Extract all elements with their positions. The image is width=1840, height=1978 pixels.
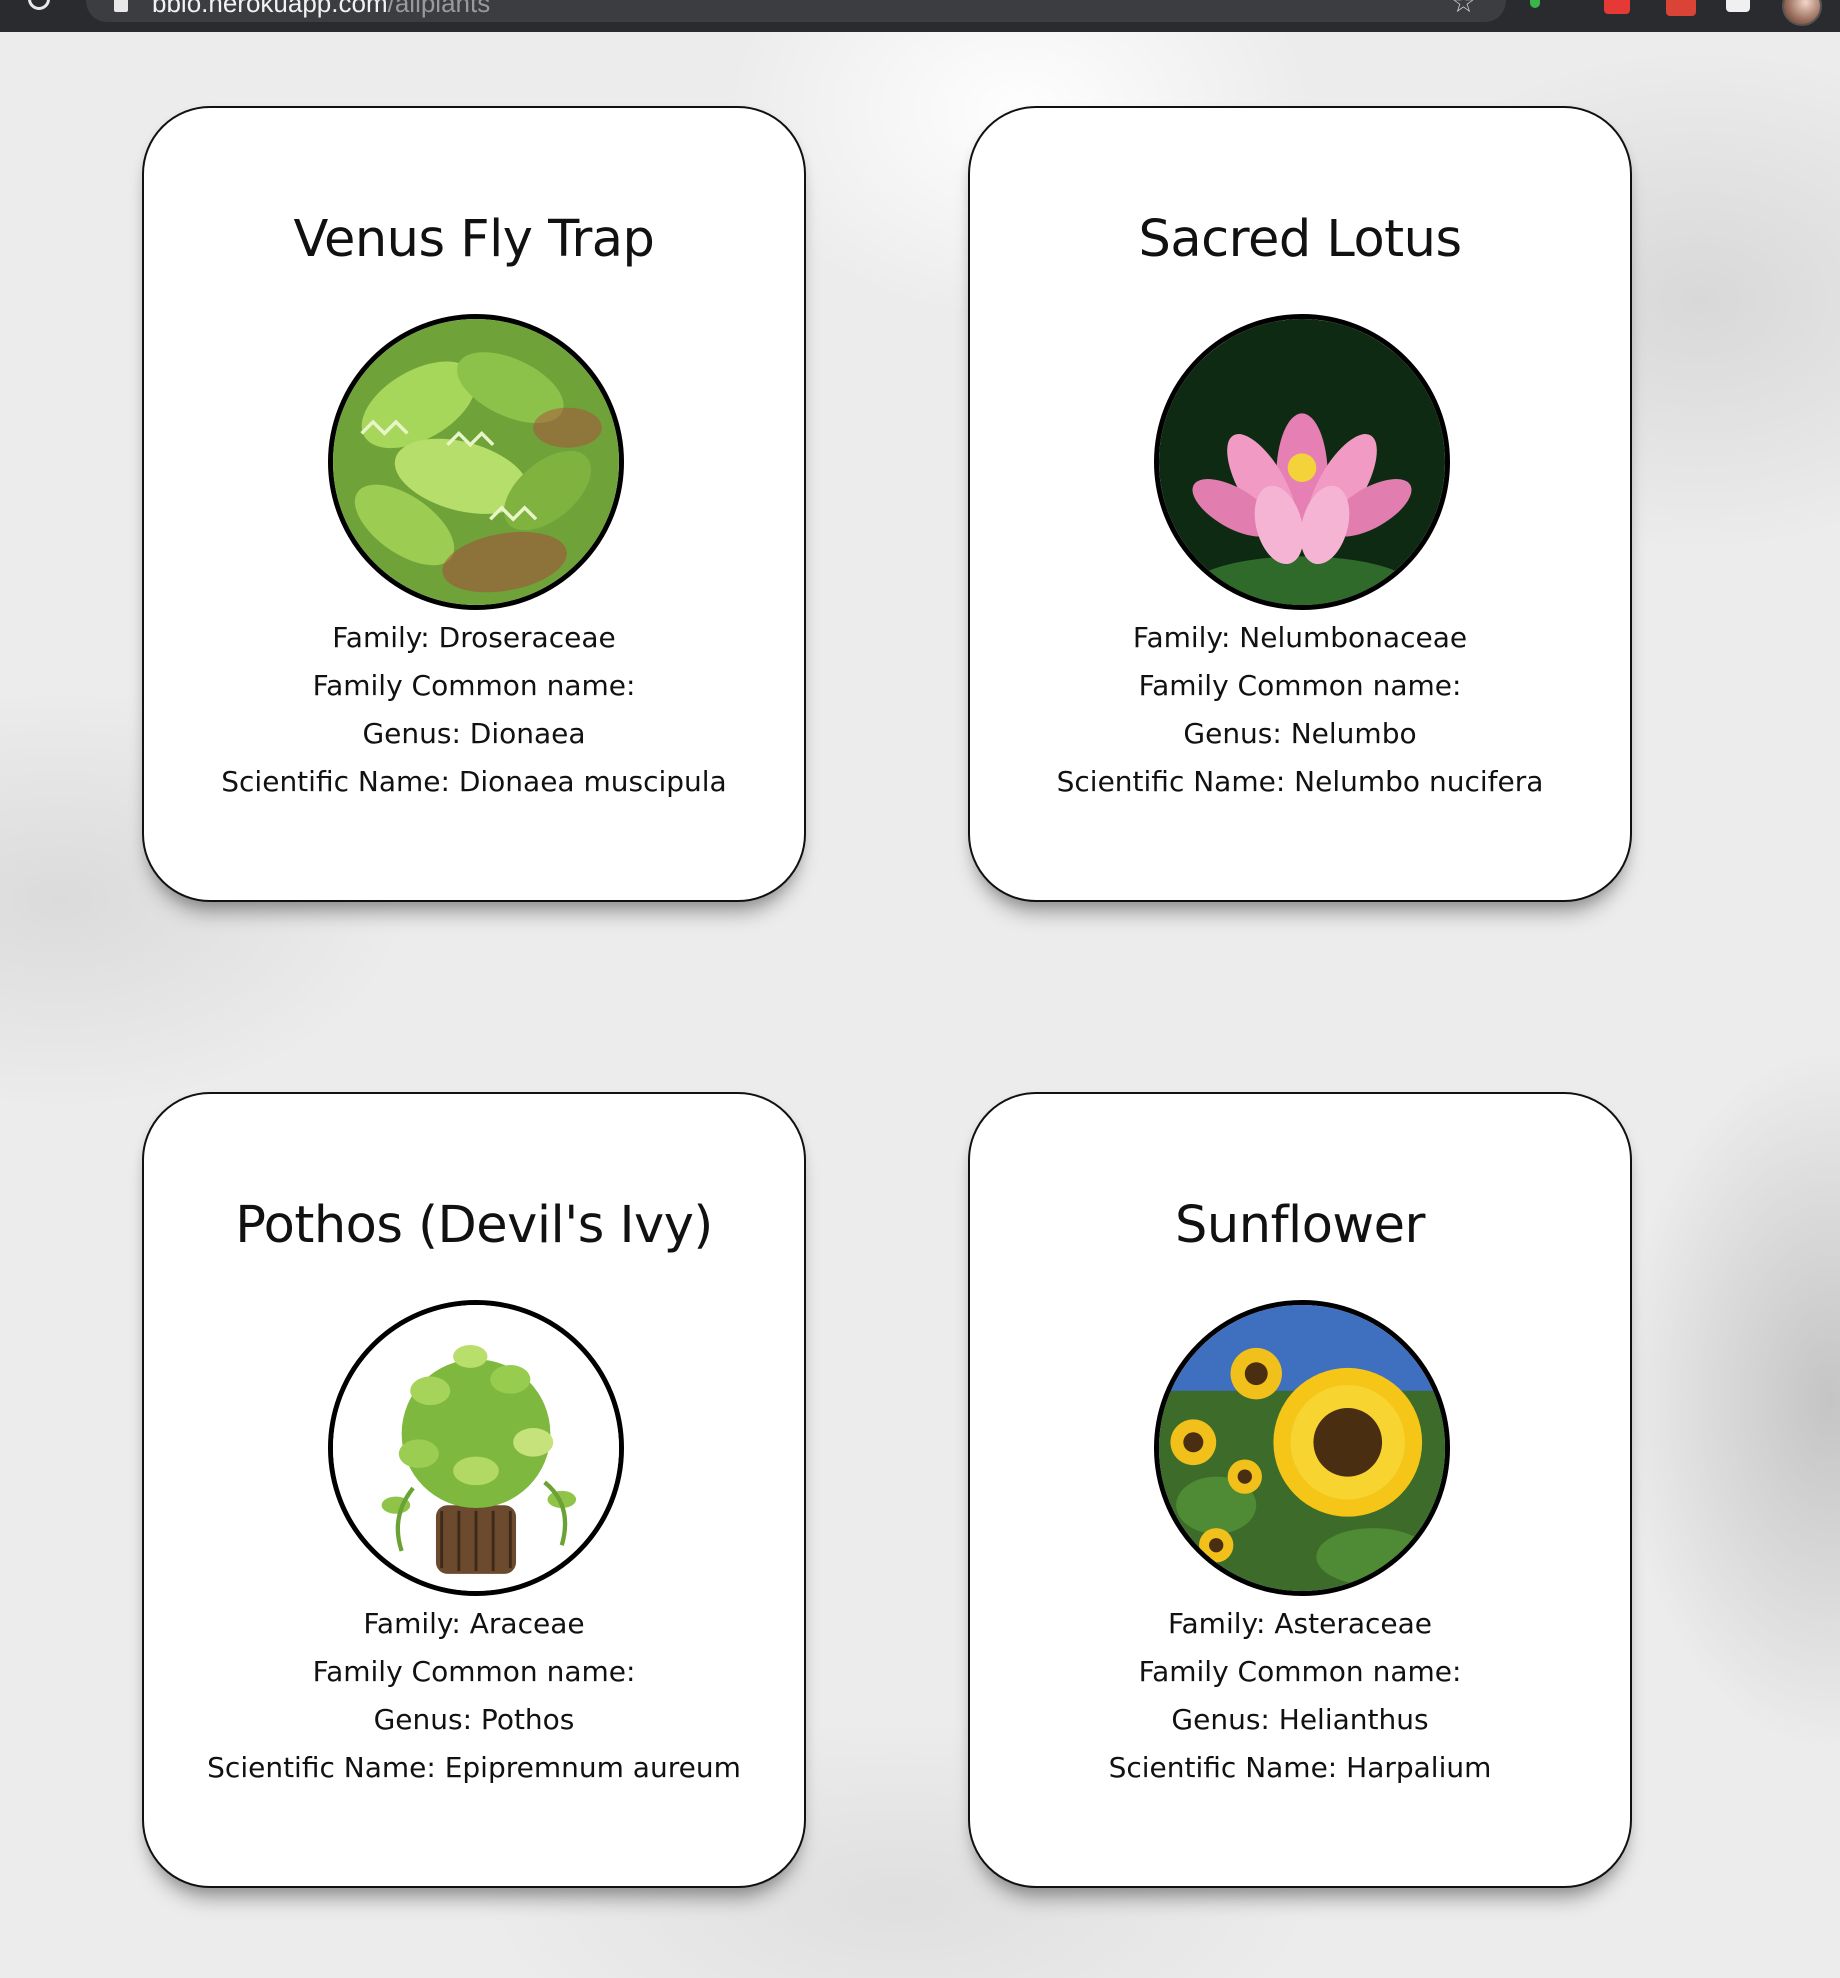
family-common-name-text: Family Common name:: [1138, 669, 1462, 702]
family-text: Family: Araceae: [363, 1607, 585, 1640]
plant-name: Sacred Lotus: [1138, 210, 1462, 269]
genus-text: Genus: Pothos: [373, 1703, 575, 1736]
plant-name: Pothos (Devil's Ivy): [235, 1196, 713, 1255]
family-common-name-text: Family Common name:: [312, 1655, 636, 1688]
plant-name: Sunflower: [1175, 1196, 1425, 1255]
plant-details: Family: Droseraceae Family Common name: …: [144, 614, 804, 806]
plant-card-sacred-lotus[interactable]: Sacred Lotus Family: Nelumbonaceae Famil…: [968, 106, 1632, 902]
plant-photo: [328, 314, 624, 610]
plant-details: Family: Asteraceae Family Common name: G…: [970, 1600, 1630, 1792]
url-text: bbio.herokuapp.com/allplants: [152, 0, 490, 19]
reload-icon[interactable]: [28, 0, 50, 10]
plant-card-pothos[interactable]: Pothos (Devil's Ivy) Family: Araceae Fam…: [142, 1092, 806, 1888]
scientific-name-text: Scientific Name: Dionaea muscipula: [221, 765, 727, 798]
url-host: bbio.herokuapp.com: [152, 0, 388, 18]
extension-icon[interactable]: [1530, 0, 1540, 8]
browser-toolbar: bbio.herokuapp.com/allplants ☆: [0, 0, 1840, 32]
plant-details: Family: Araceae Family Common name: Genu…: [144, 1600, 804, 1792]
url-path: /allplants: [387, 0, 491, 18]
scientific-name-text: Scientific Name: Harpalium: [1108, 1751, 1492, 1784]
family-text: Family: Droseraceae: [332, 621, 616, 654]
extension-icon[interactable]: [1604, 0, 1630, 14]
plant-photo: [328, 1300, 624, 1596]
profile-avatar[interactable]: [1782, 0, 1822, 26]
scientific-name-text: Scientific Name: Epipremnum aureum: [207, 1751, 741, 1784]
plant-name: Venus Fly Trap: [293, 210, 655, 269]
family-text: Family: Asteraceae: [1167, 1607, 1433, 1640]
address-bar[interactable]: bbio.herokuapp.com/allplants ☆: [86, 0, 1506, 22]
plant-details: Family: Nelumbonaceae Family Common name…: [970, 614, 1630, 806]
family-common-name-text: Family Common name:: [312, 669, 636, 702]
family-text: Family: Nelumbonaceae: [1132, 621, 1468, 654]
genus-text: Genus: Nelumbo: [1183, 717, 1417, 750]
scientific-name-text: Scientific Name: Nelumbo nucifera: [1056, 765, 1544, 798]
bookmark-star-icon[interactable]: ☆: [1451, 0, 1476, 19]
family-common-name-text: Family Common name:: [1138, 1655, 1462, 1688]
genus-text: Genus: Helianthus: [1171, 1703, 1429, 1736]
plant-photo: [1154, 314, 1450, 610]
genus-text: Genus: Dionaea: [362, 717, 586, 750]
plant-photo: [1154, 1300, 1450, 1596]
plant-card-sunflower[interactable]: Sunflower Family: Asteraceae Family Comm…: [968, 1092, 1632, 1888]
extension-icon[interactable]: [1666, 0, 1696, 16]
lock-icon: [114, 0, 128, 12]
extensions-puzzle-icon[interactable]: [1726, 0, 1750, 12]
plant-card-venus-fly-trap[interactable]: Venus Fly Trap Family: Droseraceae Famil…: [142, 106, 806, 902]
